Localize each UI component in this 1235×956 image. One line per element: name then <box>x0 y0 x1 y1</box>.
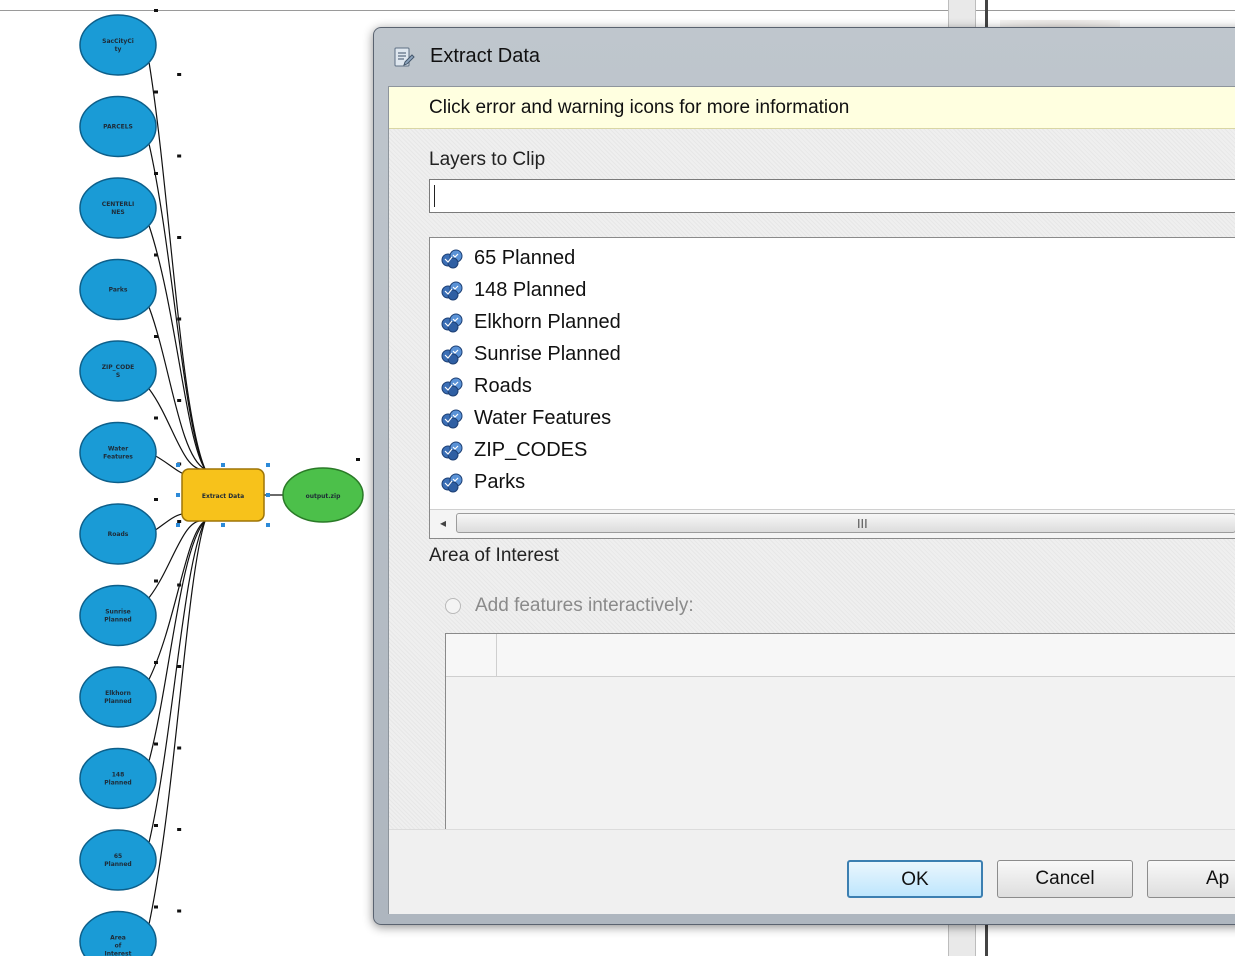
tool-node-label: Extract Data <box>202 493 244 500</box>
selection-handle[interactable] <box>176 493 180 497</box>
input-data-node[interactable] <box>79 340 157 402</box>
grid-corner-cell <box>446 634 497 676</box>
node-marker <box>154 9 158 12</box>
layer-name: Elkhorn Planned <box>474 311 621 333</box>
layer-list-item[interactable]: Elkhorn Planned <box>440 306 1235 338</box>
connector-line <box>148 520 206 843</box>
input-data-node[interactable] <box>79 14 157 76</box>
feature-layer-icon <box>440 375 464 397</box>
dialog-button-bar: OK Cancel Ap <box>389 829 1235 914</box>
selection-handle[interactable] <box>221 463 225 467</box>
connector-marker <box>177 317 182 321</box>
apply-button[interactable]: Ap <box>1147 860 1235 898</box>
dialog-title: Extract Data <box>430 45 541 67</box>
layers-to-clip-input[interactable] <box>429 179 1235 213</box>
connector-line <box>148 62 206 470</box>
input-data-node[interactable] <box>79 829 157 891</box>
feature-layer-icon <box>440 471 464 493</box>
scrollbar-grip: III <box>857 517 868 531</box>
selection-handle[interactable] <box>266 463 270 467</box>
scrollbar-thumb[interactable]: III <box>456 513 1235 533</box>
feature-layer-icon <box>440 407 464 429</box>
node-marker <box>154 335 158 338</box>
input-data-node-label: PARCELS <box>103 124 133 131</box>
connector-marker <box>177 828 182 831</box>
node-marker <box>154 905 158 909</box>
ok-button[interactable]: OK <box>847 860 983 898</box>
node-marker <box>154 253 158 257</box>
feature-layer-icon <box>440 279 464 301</box>
input-data-node[interactable] <box>79 421 157 484</box>
feature-layer-icon <box>440 311 464 333</box>
warning-info-bar[interactable]: Click error and warning icons for more i… <box>389 87 1235 129</box>
connector-marker <box>177 520 182 523</box>
connector-marker <box>177 73 182 76</box>
feature-layer-icon <box>440 343 464 365</box>
selection-handle[interactable] <box>266 523 270 527</box>
node-marker <box>154 416 158 420</box>
layer-list-item[interactable]: 148 Planned <box>440 274 1235 306</box>
layer-list-item[interactable]: ZIP_CODES <box>440 434 1235 466</box>
add-features-label: Add features interactively: <box>475 595 694 616</box>
dialog-titlebar[interactable]: Extract Data <box>374 28 1235 86</box>
text-caret <box>434 185 435 207</box>
connector-marker <box>177 746 182 750</box>
add-features-radio[interactable] <box>445 598 461 614</box>
node-marker <box>154 742 158 746</box>
node-marker <box>154 824 158 827</box>
layer-name: Roads <box>474 375 532 397</box>
selection-handle[interactable] <box>176 463 180 467</box>
grid-header <box>446 634 1235 677</box>
layer-list-item[interactable]: Sunrise Planned <box>440 338 1235 370</box>
selection-handle[interactable] <box>221 523 225 527</box>
layer-name: 65 Planned <box>474 247 576 269</box>
layer-list-item[interactable]: 65 Planned <box>440 242 1235 274</box>
layer-list-item[interactable]: Water Features <box>440 402 1235 434</box>
horizontal-scrollbar[interactable]: ◂ III <box>430 509 1235 538</box>
extract-data-dialog: Extract Data Click error and warning ico… <box>373 27 1235 925</box>
layers-to-clip-label: Layers to Clip <box>429 149 546 170</box>
selection-handle[interactable] <box>266 493 270 497</box>
input-data-node-label: Parks <box>109 287 128 294</box>
cancel-button[interactable]: Cancel <box>997 860 1133 898</box>
node-marker <box>154 90 158 94</box>
input-data-node-label: Roads <box>108 531 129 538</box>
layer-name: Sunrise Planned <box>474 343 621 365</box>
input-data-node-label: Elkhorn Planned <box>104 690 131 705</box>
connector-marker <box>177 154 182 158</box>
connector-marker <box>177 236 182 239</box>
node-marker <box>154 579 158 583</box>
connector-line <box>148 225 206 470</box>
input-data-node[interactable] <box>79 584 157 647</box>
layer-name: ZIP_CODES <box>474 439 588 461</box>
tool-dialog-icon <box>392 46 416 70</box>
connector-marker <box>177 909 182 913</box>
node-marker <box>154 172 158 175</box>
layer-name: Parks <box>474 471 526 493</box>
layer-name: 148 Planned <box>474 279 587 301</box>
node-marker <box>154 498 158 501</box>
input-data-node[interactable] <box>79 747 157 810</box>
layer-list-item[interactable]: Parks <box>440 466 1235 498</box>
input-data-node-label: Sunrise Planned <box>104 609 131 624</box>
output-node-label: output.zip <box>306 493 342 500</box>
layer-name: Water Features <box>474 407 612 429</box>
dialog-body: Click error and warning icons for more i… <box>388 86 1235 914</box>
layer-list-item[interactable]: Roads <box>440 370 1235 402</box>
input-data-node[interactable] <box>79 177 157 239</box>
area-of-interest-label: Area of Interest <box>429 545 559 566</box>
connector-marker <box>177 399 182 402</box>
layers-checklist[interactable]: 65 Planned 148 Planned Elkhorn Planned Sunr… <box>429 237 1235 539</box>
feature-layer-icon <box>440 247 464 269</box>
node-marker <box>356 458 360 461</box>
selection-handle[interactable] <box>176 523 180 527</box>
input-data-node[interactable] <box>79 666 157 728</box>
scroll-left-arrow-icon[interactable]: ◂ <box>436 513 450 533</box>
node-marker <box>154 661 158 664</box>
feature-layer-icon <box>440 439 464 461</box>
connector-marker <box>177 665 182 668</box>
